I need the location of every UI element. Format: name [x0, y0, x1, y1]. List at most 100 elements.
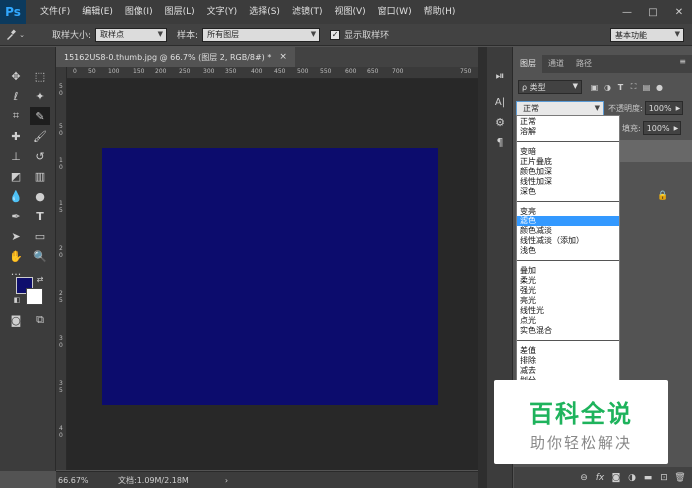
tab-layers[interactable]: 图层: [514, 55, 542, 73]
shape-tool-icon[interactable]: ▭: [30, 227, 50, 245]
workspace-select[interactable]: 基本功能 ▼: [610, 28, 684, 42]
menu-filter[interactable]: 滤镜(T): [286, 0, 329, 24]
menu-edit[interactable]: 编辑(E): [76, 0, 119, 24]
blend-option[interactable]: 浅色: [517, 246, 619, 256]
blend-option-selected[interactable]: 滤色: [517, 216, 619, 226]
blend-option[interactable]: 深色: [517, 187, 619, 197]
blend-option[interactable]: 差值: [517, 346, 619, 356]
document-tab[interactable]: 15162US8-0.thumb.jpg @ 66.7% (图层 2, RGB/…: [56, 47, 295, 67]
blend-option[interactable]: 正常: [517, 117, 619, 127]
blend-option[interactable]: 颜色减淡: [517, 226, 619, 236]
swap-colors-icon[interactable]: ⇄: [34, 273, 46, 285]
status-menu-arrow[interactable]: ›: [225, 476, 228, 485]
marquee-tool-icon[interactable]: ⬚: [30, 67, 50, 85]
layer-filter-select[interactable]: ρ 类型 ▼: [518, 80, 582, 94]
blend-option[interactable]: 线性减淡（添加）: [517, 236, 619, 246]
type-tool-icon[interactable]: T: [30, 207, 50, 225]
blend-option[interactable]: 叠加: [517, 266, 619, 276]
history-brush-tool-icon[interactable]: ↺: [30, 147, 50, 165]
menu-file[interactable]: 文件(F): [34, 0, 76, 24]
delete-layer-icon[interactable]: 🗑: [672, 473, 688, 483]
quick-mask-icon[interactable]: ◙: [6, 311, 26, 329]
blend-option[interactable]: 颜色加深: [517, 167, 619, 177]
ruler-tick: 1: [59, 200, 63, 207]
move-tool-icon[interactable]: ✥: [6, 67, 26, 85]
adjustment-layer-icon[interactable]: ◑: [624, 473, 640, 483]
blur-tool-icon[interactable]: 💧: [6, 187, 26, 205]
blend-option[interactable]: 线性光: [517, 306, 619, 316]
zoom-level[interactable]: 66.67%: [58, 476, 98, 485]
path-selection-tool-icon[interactable]: ➤: [6, 227, 26, 245]
opacity-field[interactable]: 100% ▶: [644, 101, 683, 115]
crop-tool-icon[interactable]: ⌗: [6, 107, 26, 125]
default-colors-icon[interactable]: ◧: [12, 295, 22, 305]
close-tab-icon[interactable]: ×: [279, 52, 287, 62]
blend-option[interactable]: 减去: [517, 366, 619, 376]
filter-toggle-icon[interactable]: ●: [653, 83, 666, 92]
background-color-swatch[interactable]: [26, 288, 43, 305]
gradient-tool-icon[interactable]: ▥: [30, 167, 50, 185]
fill-value: 100%: [646, 123, 670, 133]
healing-brush-tool-icon[interactable]: ✚: [6, 127, 26, 145]
link-layers-icon[interactable]: ⊖: [576, 473, 592, 483]
tab-channels[interactable]: 通道: [542, 55, 570, 73]
new-group-icon[interactable]: ▬: [640, 473, 656, 483]
sample-select[interactable]: 所有图层 ▼: [202, 27, 321, 42]
canvas-workspace[interactable]: [67, 79, 478, 470]
restore-button[interactable]: □: [640, 0, 666, 24]
menu-select[interactable]: 选择(S): [243, 0, 286, 24]
magic-wand-tool-icon[interactable]: ✦: [30, 87, 50, 105]
eraser-tool-icon[interactable]: ◩: [6, 167, 26, 185]
fill-field[interactable]: 100% ▶: [642, 121, 681, 135]
blend-option[interactable]: 点光: [517, 316, 619, 326]
tab-paths[interactable]: 路径: [570, 55, 598, 73]
menu-window[interactable]: 窗口(W): [372, 0, 418, 24]
document-canvas[interactable]: [102, 148, 438, 405]
add-mask-icon[interactable]: ◙: [608, 473, 624, 483]
zoom-tool-icon[interactable]: 🔍: [30, 247, 50, 265]
menu-layer[interactable]: 图层(L): [159, 0, 201, 24]
blend-mode-select[interactable]: 正常 ▼: [516, 100, 604, 116]
blend-option[interactable]: 线性加深: [517, 177, 619, 187]
blend-option[interactable]: 强光: [517, 286, 619, 296]
properties-panel-icon[interactable]: ⚙: [491, 113, 509, 131]
eyedropper-tool-icon[interactable]: ✎: [30, 107, 50, 125]
options-bar: ⌄ 取样大小: 取样点 ▼ 样本: 所有图层 ▼ ✓ 显示取样环 基本功能 ▼: [0, 24, 692, 46]
menu-type[interactable]: 文字(Y): [201, 0, 244, 24]
ruler-tick: 350: [225, 68, 237, 75]
blend-option[interactable]: 实色混合: [517, 326, 619, 336]
blend-option[interactable]: 排除: [517, 356, 619, 366]
close-button[interactable]: ✕: [666, 0, 692, 24]
shape-filter-icon[interactable]: ⛶: [627, 82, 640, 92]
lasso-tool-icon[interactable]: ℓ: [6, 87, 26, 105]
pixel-filter-icon[interactable]: ▣: [588, 83, 601, 92]
menu-image[interactable]: 图像(I): [119, 0, 159, 24]
panel-menu-icon[interactable]: ≡: [679, 57, 686, 66]
blend-option[interactable]: 亮光: [517, 296, 619, 306]
eyedropper-tool-preset-icon[interactable]: ⌄: [0, 29, 30, 41]
history-panel-icon[interactable]: ⏯: [491, 67, 509, 85]
sample-size-select[interactable]: 取样点 ▼: [95, 27, 168, 42]
menu-help[interactable]: 帮助(H): [418, 0, 462, 24]
show-sampling-ring-checkbox[interactable]: ✓: [330, 29, 341, 40]
screen-mode-icon[interactable]: ⧉: [30, 311, 50, 329]
menu-view[interactable]: 视图(V): [328, 0, 371, 24]
layer-style-icon[interactable]: fx: [592, 473, 608, 483]
smart-object-filter-icon[interactable]: ▤: [640, 83, 653, 92]
blend-option[interactable]: 变暗: [517, 147, 619, 157]
blend-option[interactable]: 正片叠底: [517, 157, 619, 167]
adjustment-filter-icon[interactable]: ◑: [601, 83, 614, 92]
hand-tool-icon[interactable]: ✋: [6, 247, 26, 265]
ruler-tick: 5: [59, 387, 63, 394]
blend-option[interactable]: 溶解: [517, 127, 619, 137]
clone-stamp-tool-icon[interactable]: ⊥: [6, 147, 26, 165]
pen-tool-icon[interactable]: ✒: [6, 207, 26, 225]
dodge-tool-icon[interactable]: ●: [30, 187, 50, 205]
minimize-button[interactable]: —: [614, 0, 640, 24]
type-filter-icon[interactable]: T: [614, 83, 627, 92]
new-layer-icon[interactable]: ⊡: [656, 473, 672, 483]
blend-option[interactable]: 柔光: [517, 276, 619, 286]
paragraph-panel-icon[interactable]: ¶: [491, 133, 509, 151]
brush-tool-icon[interactable]: 🖌: [30, 127, 50, 145]
character-panel-icon[interactable]: A|: [491, 93, 509, 111]
